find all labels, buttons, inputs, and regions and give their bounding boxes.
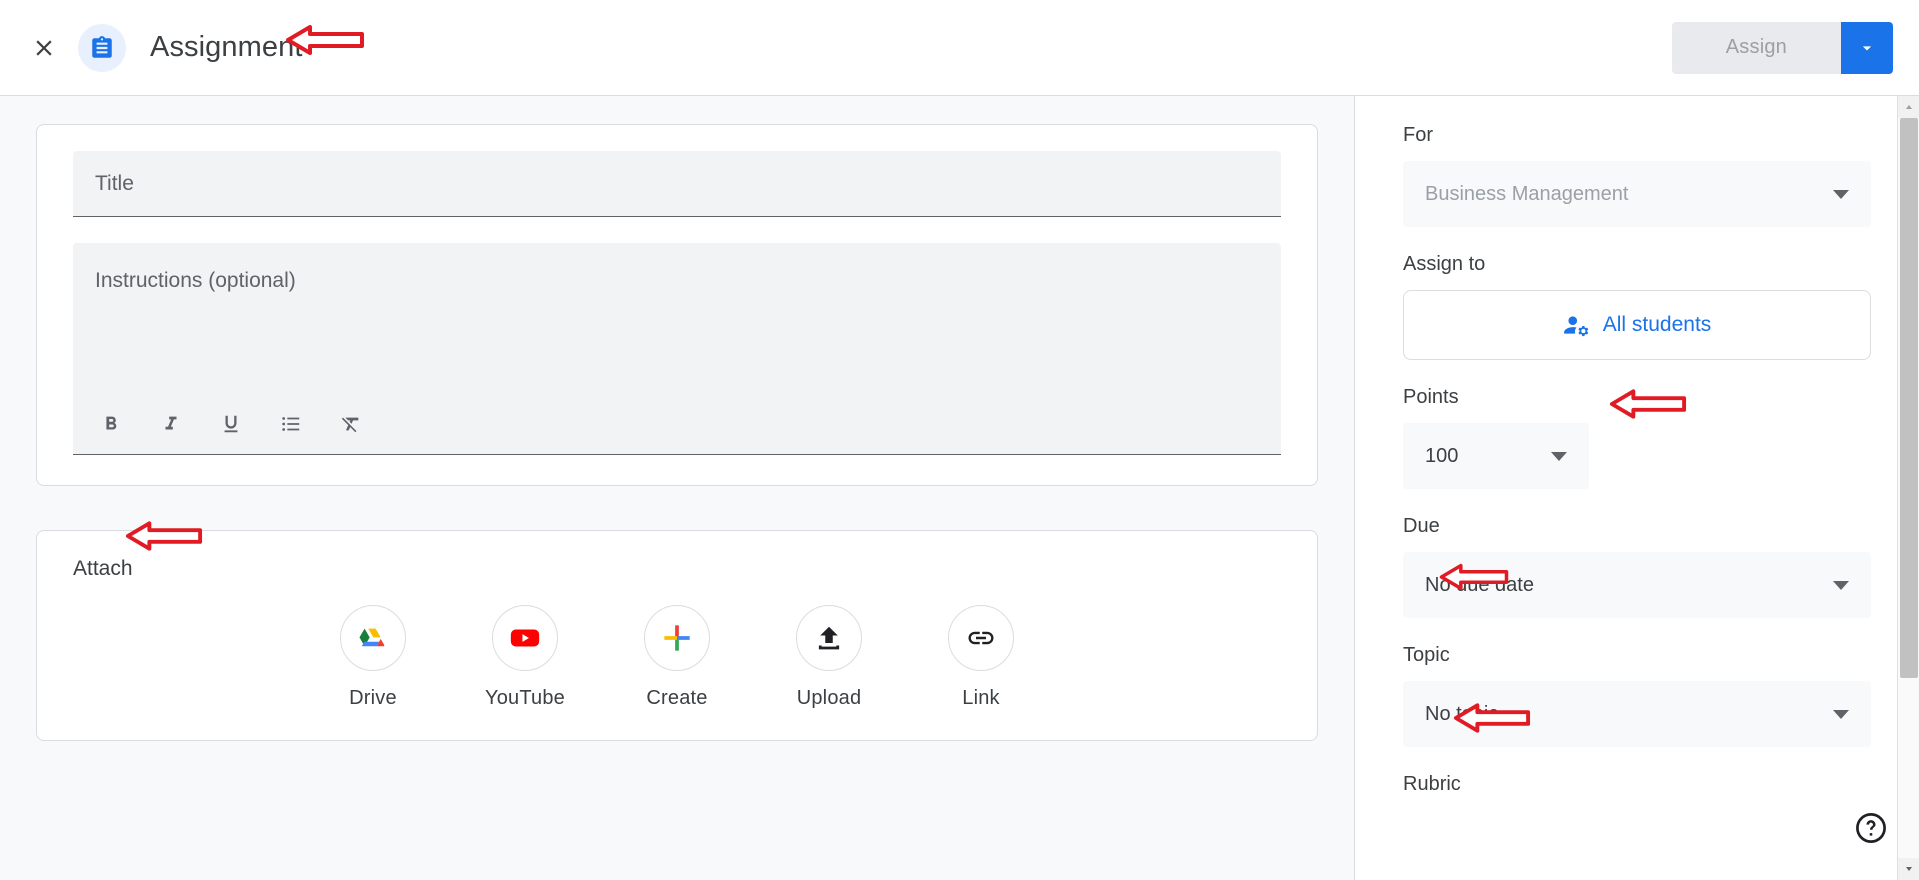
instructions-input[interactable]: Instructions (optional) [73, 243, 1281, 455]
all-students-label: All students [1602, 313, 1712, 336]
due-date-value: No due date [1425, 573, 1534, 596]
attach-label: Attach [73, 557, 133, 580]
upload-icon [796, 605, 862, 671]
clear-formatting-button[interactable] [331, 404, 371, 444]
attach-card: Attach Drive YouTube Create Upload Link [36, 530, 1318, 741]
points-select[interactable]: 100 [1403, 423, 1589, 489]
page-title: Assignment [150, 31, 303, 63]
attach-item-label: Create [646, 687, 708, 709]
assignment-creation-screen: Assignment Assign Title Instructions (op… [0, 0, 1919, 880]
attach-item-label: YouTube [485, 687, 565, 709]
points-label: Points [1403, 386, 1459, 408]
attach-youtube-button[interactable]: YouTube [472, 605, 578, 710]
instructions-placeholder: Instructions (optional) [95, 269, 296, 292]
chevron-down-icon [1862, 45, 1872, 50]
attach-drive-button[interactable]: Drive [320, 605, 426, 710]
google-drive-icon [340, 605, 406, 671]
chevron-down-icon [1833, 580, 1849, 590]
attach-options-row: Drive YouTube Create Upload Link [73, 605, 1281, 710]
chevron-down-icon [1551, 451, 1567, 461]
topic-select[interactable]: No topic [1403, 681, 1871, 747]
for-label: For [1403, 124, 1433, 146]
due-label: Due [1403, 515, 1440, 537]
underline-button[interactable] [211, 404, 251, 444]
attach-item-label: Drive [349, 687, 397, 709]
scroll-down-arrow-icon[interactable] [1898, 858, 1919, 880]
assignment-clipboard-icon [78, 23, 126, 72]
top-app-bar: Assignment Assign [0, 0, 1919, 96]
assign-button-group: Assign [1671, 21, 1893, 74]
link-icon [948, 605, 1014, 671]
bulleted-list-button[interactable] [271, 404, 311, 444]
due-date-select[interactable]: No due date [1403, 552, 1871, 618]
all-students-button[interactable]: All students [1403, 290, 1871, 360]
close-icon[interactable] [20, 24, 68, 72]
scroll-up-arrow-icon[interactable] [1898, 96, 1919, 118]
help-question-icon[interactable] [1851, 808, 1891, 848]
assign-button[interactable]: Assign [1671, 21, 1841, 74]
attach-item-label: Upload [796, 687, 862, 709]
scrollbar-thumb[interactable] [1900, 118, 1918, 678]
google-plus-create-icon [644, 605, 710, 671]
for-class-value: Business Management [1425, 182, 1629, 205]
settings-sidebar: For Business Management Assign to All st… [1355, 96, 1919, 880]
italic-button[interactable] [151, 404, 191, 444]
people-settings-icon [1563, 316, 1588, 337]
points-value: 100 [1425, 444, 1459, 467]
attach-link-button[interactable]: Link [928, 605, 1034, 710]
assignment-details-card: Title Instructions (optional) [36, 124, 1318, 486]
bold-button[interactable] [91, 404, 131, 444]
assign-to-label: Assign to [1403, 253, 1486, 275]
for-class-select[interactable]: Business Management [1403, 161, 1871, 227]
attach-upload-button[interactable]: Upload [776, 605, 882, 710]
title-placeholder: Title [95, 171, 134, 195]
chevron-down-icon [1833, 709, 1849, 719]
rich-text-toolbar [91, 404, 371, 444]
rubric-label: Rubric [1403, 773, 1461, 795]
chevron-down-icon [1833, 189, 1849, 199]
attach-item-label: Link [962, 687, 1000, 709]
topic-label: Topic [1403, 644, 1450, 666]
left-pane: Title Instructions (optional) Attach Dri… [0, 96, 1355, 880]
youtube-icon [492, 605, 558, 671]
vertical-scrollbar[interactable] [1897, 96, 1919, 880]
assign-dropdown-button[interactable] [1841, 21, 1893, 74]
content-area: Title Instructions (optional) Attach Dri… [0, 96, 1919, 880]
title-input[interactable]: Title [73, 151, 1281, 217]
topic-value: No topic [1425, 702, 1499, 725]
attach-create-button[interactable]: Create [624, 605, 730, 710]
